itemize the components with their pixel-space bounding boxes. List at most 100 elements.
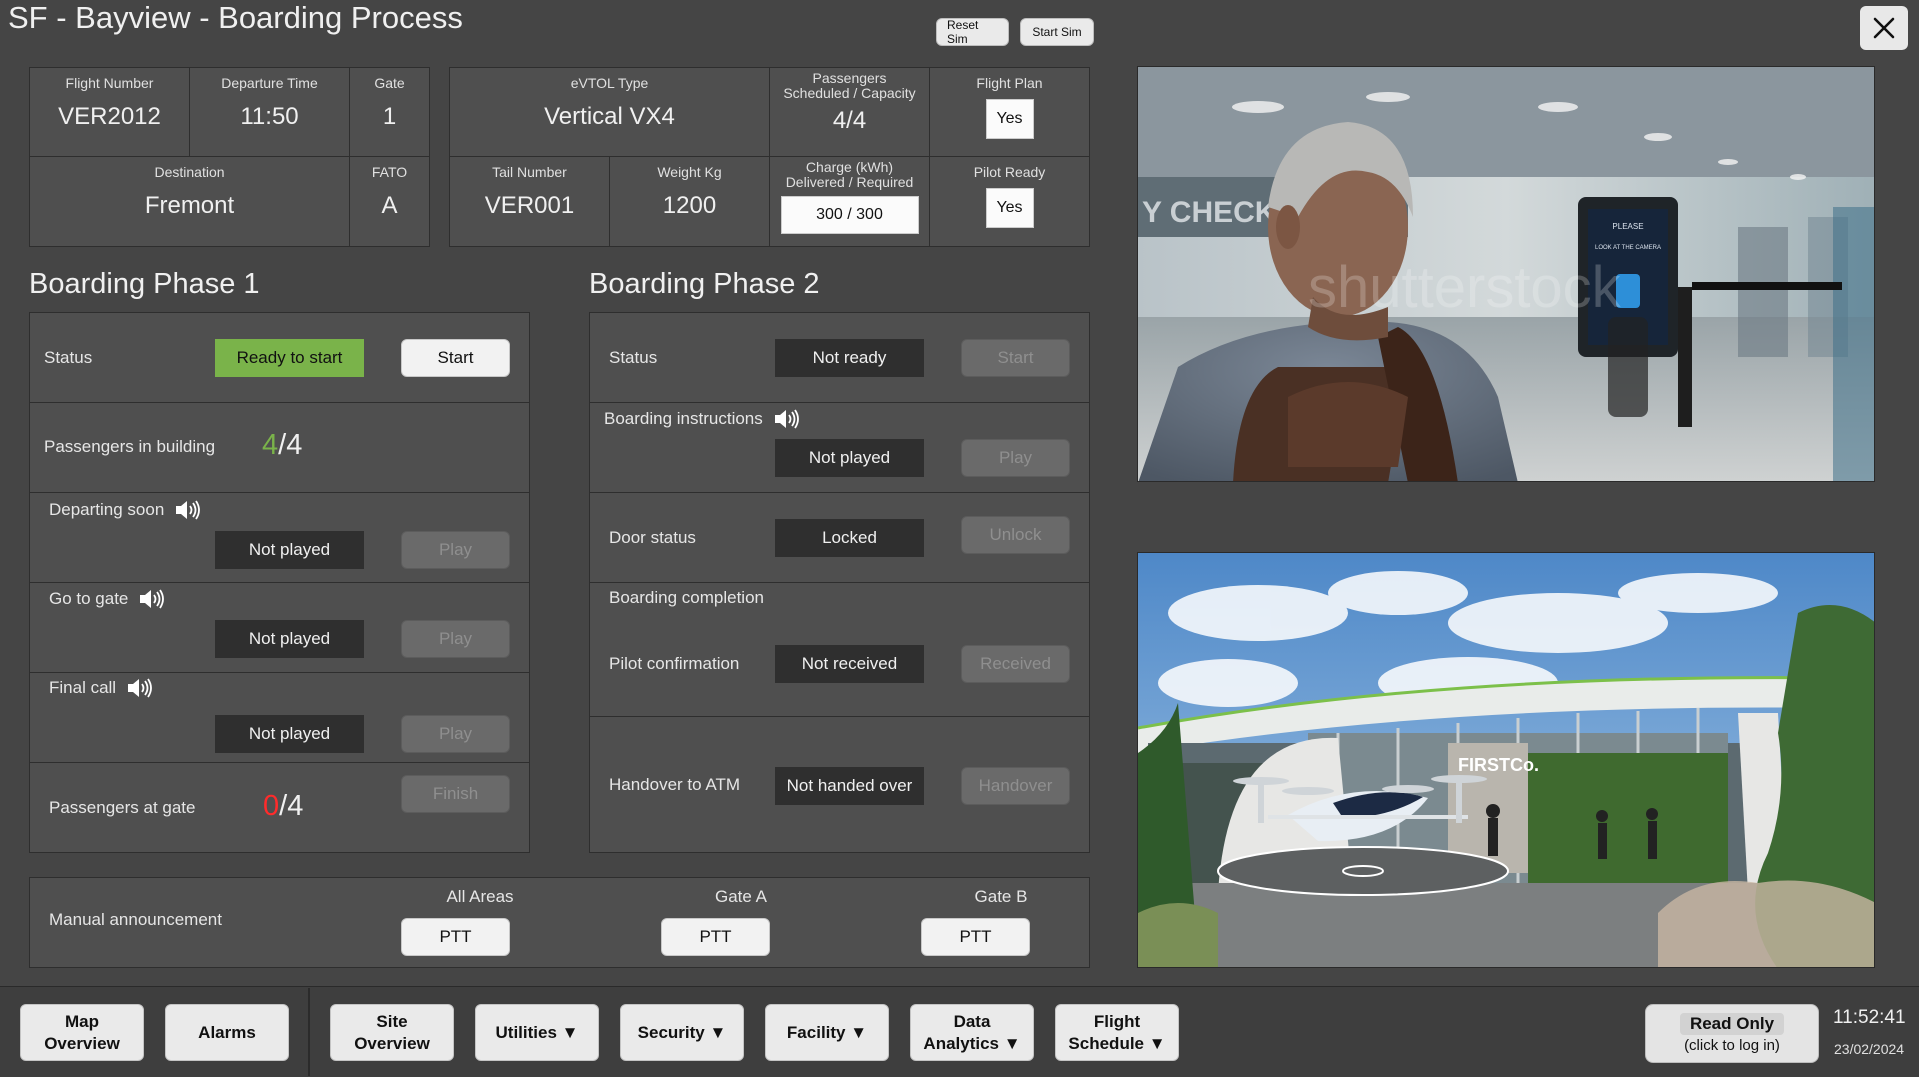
phase2-title: Boarding Phase 2 [589,268,820,300]
speaker-icon[interactable] [138,587,165,611]
speaker-icon[interactable] [773,407,799,431]
charge-value: 300 / 300 [780,196,919,234]
phase2-start-button[interactable]: Start [961,339,1070,377]
ptt-all-areas-button[interactable]: PTT [401,918,510,956]
ptt-gate-b-button[interactable]: PTT [921,918,1030,956]
go-to-gate-status: Not played [215,620,364,658]
phase2-status-row: Status Not ready Start [590,313,1089,403]
evtol-type-value: Vertical VX4 [544,103,675,130]
destination-cell: Destination Fremont [29,156,350,247]
destination-value: Fremont [144,192,235,219]
weight-cell: Weight Kg 1200 [609,156,770,247]
phase1-status-label: Status [44,348,93,367]
login-button[interactable]: Read Only (click to log in) [1645,1004,1819,1063]
phase1-status-badge: Ready to start [215,339,364,377]
ptt-gate-a-button[interactable]: PTT [661,918,770,956]
data-analytics-menu-button[interactable]: Data Analytics ▼ [910,1004,1034,1061]
charge-cell: Charge (kWh) Delivered / Required 300 / … [769,156,930,247]
pilot-ready-label: Pilot Ready [973,164,1046,180]
passengers-in-building-label: Passengers in building [44,437,216,456]
final-call-text: Final call [49,678,117,697]
login-hint: (click to log in) [1684,1037,1780,1054]
departing-soon-label: Departing soon [49,498,201,522]
phase1-start-button[interactable]: Start [401,339,510,377]
final-call-play-button[interactable]: Play [401,715,510,753]
boarding-completion-label: Boarding completion [609,588,764,607]
passengers-label-line2: Scheduled / Capacity [783,85,916,101]
gate-label: Gate [374,75,405,91]
pilot-ready-cell: Pilot Ready Yes [929,156,1090,247]
phase1-passengers-building-row: Passengers in building 4/4 [30,403,529,493]
passengers-label-line1: Passengers [812,70,887,86]
phase2-panel: Status Not ready Start Boarding instruct… [589,312,1090,853]
go-to-gate-label: Go to gate [49,587,165,611]
flight-number-value: VER2012 [58,103,161,130]
departing-soon-status: Not played [215,531,364,569]
boarding-instructions-row: Boarding instructions Not played Play [590,403,1089,493]
vertiport-brand-sign: FIRSTCo. [1458,755,1539,775]
kiosk-text-line2: LOOK AT THE CAMERA [1595,245,1661,251]
close-icon [1872,16,1896,40]
tail-number-value: VER001 [484,192,575,219]
go-to-gate-text: Go to gate [49,589,129,608]
final-call-label: Final call [49,676,152,700]
departing-soon-play-button[interactable]: Play [401,531,510,569]
utilities-menu-button[interactable]: Utilities ▼ [475,1004,599,1061]
alarms-button[interactable]: Alarms [165,1004,289,1061]
destination-label: Destination [154,164,225,180]
handover-status: Not handed over [775,767,924,805]
gate-cell: Gate 1 [349,67,430,157]
vertiport-image: FIRSTCo. [1137,552,1875,968]
map-overview-button[interactable]: Map Overview [20,1004,144,1061]
pilot-ready-value: Yes [985,188,1034,228]
boarding-instructions-play-button[interactable]: Play [961,439,1070,477]
passengers-at-gate-present: 0 [263,790,280,822]
door-status-value: Locked [775,519,924,557]
weight-value: 1200 [662,192,717,219]
charge-label-line1: Charge (kWh) [805,159,894,175]
unlock-button[interactable]: Unlock [961,516,1070,554]
close-button[interactable] [1860,6,1908,50]
gate-b-label: Gate B [974,887,1028,906]
received-button[interactable]: Received [961,645,1070,683]
boarding-instructions-text: Boarding instructions [604,409,763,428]
site-overview-button[interactable]: Site Overview [330,1004,454,1061]
evtol-type-cell: eVTOL Type Vertical VX4 [449,67,770,157]
passengers-cell: Passengers Scheduled / Capacity 4/4 [769,67,930,157]
speaker-icon[interactable] [174,498,201,522]
clock-time: 11:52:41 [1833,1007,1906,1028]
flight-number-cell: Flight Number VER2012 [29,67,190,157]
start-sim-button[interactable]: Start Sim [1020,18,1094,46]
go-to-gate-row: Go to gate Not played Play [30,583,529,673]
gate-value: 1 [382,103,397,130]
security-menu-button[interactable]: Security ▼ [620,1004,744,1061]
passengers-in-building-present: 4 [262,429,279,461]
handover-label: Handover to ATM [609,775,741,794]
handover-button[interactable]: Handover [961,767,1070,805]
departing-soon-row: Departing soon Not played Play [30,493,529,583]
flight-info-grid: Flight Number VER2012 Departure Time 11:… [29,67,430,247]
flight-plan-cell: Flight Plan Yes [929,67,1090,157]
read-only-label: Read Only [1679,1013,1785,1035]
departure-time-value: 11:50 [240,103,299,130]
reset-sim-button[interactable]: Reset Sim [936,18,1009,46]
flight-schedule-menu-button[interactable]: Flight Schedule ▼ [1055,1004,1179,1061]
gate-a-label: Gate A [715,887,767,906]
flight-number-label: Flight Number [65,75,154,91]
weight-label: Weight Kg [657,164,722,180]
speaker-icon[interactable] [126,676,152,700]
go-to-gate-play-button[interactable]: Play [401,620,510,658]
passengers-at-gate-label: Passengers at gate [49,798,196,817]
security-check-sign: Y CHECK [1142,196,1277,229]
phase1-title: Boarding Phase 1 [29,268,260,300]
facility-menu-button[interactable]: Facility ▼ [765,1004,889,1061]
final-call-status: Not played [215,715,364,753]
kiosk-text-line1: PLEASE [1612,222,1643,231]
door-status-row: Door status Locked Unlock [590,493,1089,583]
final-call-row: Final call Not played Play [30,673,529,763]
finish-button[interactable]: Finish [401,775,510,813]
passengers-in-building-total: /4 [278,429,303,461]
passengers-in-building-count: 4/4 [262,429,302,462]
evtol-type-label: eVTOL Type [570,75,649,91]
phase2-status-label: Status [609,348,658,367]
